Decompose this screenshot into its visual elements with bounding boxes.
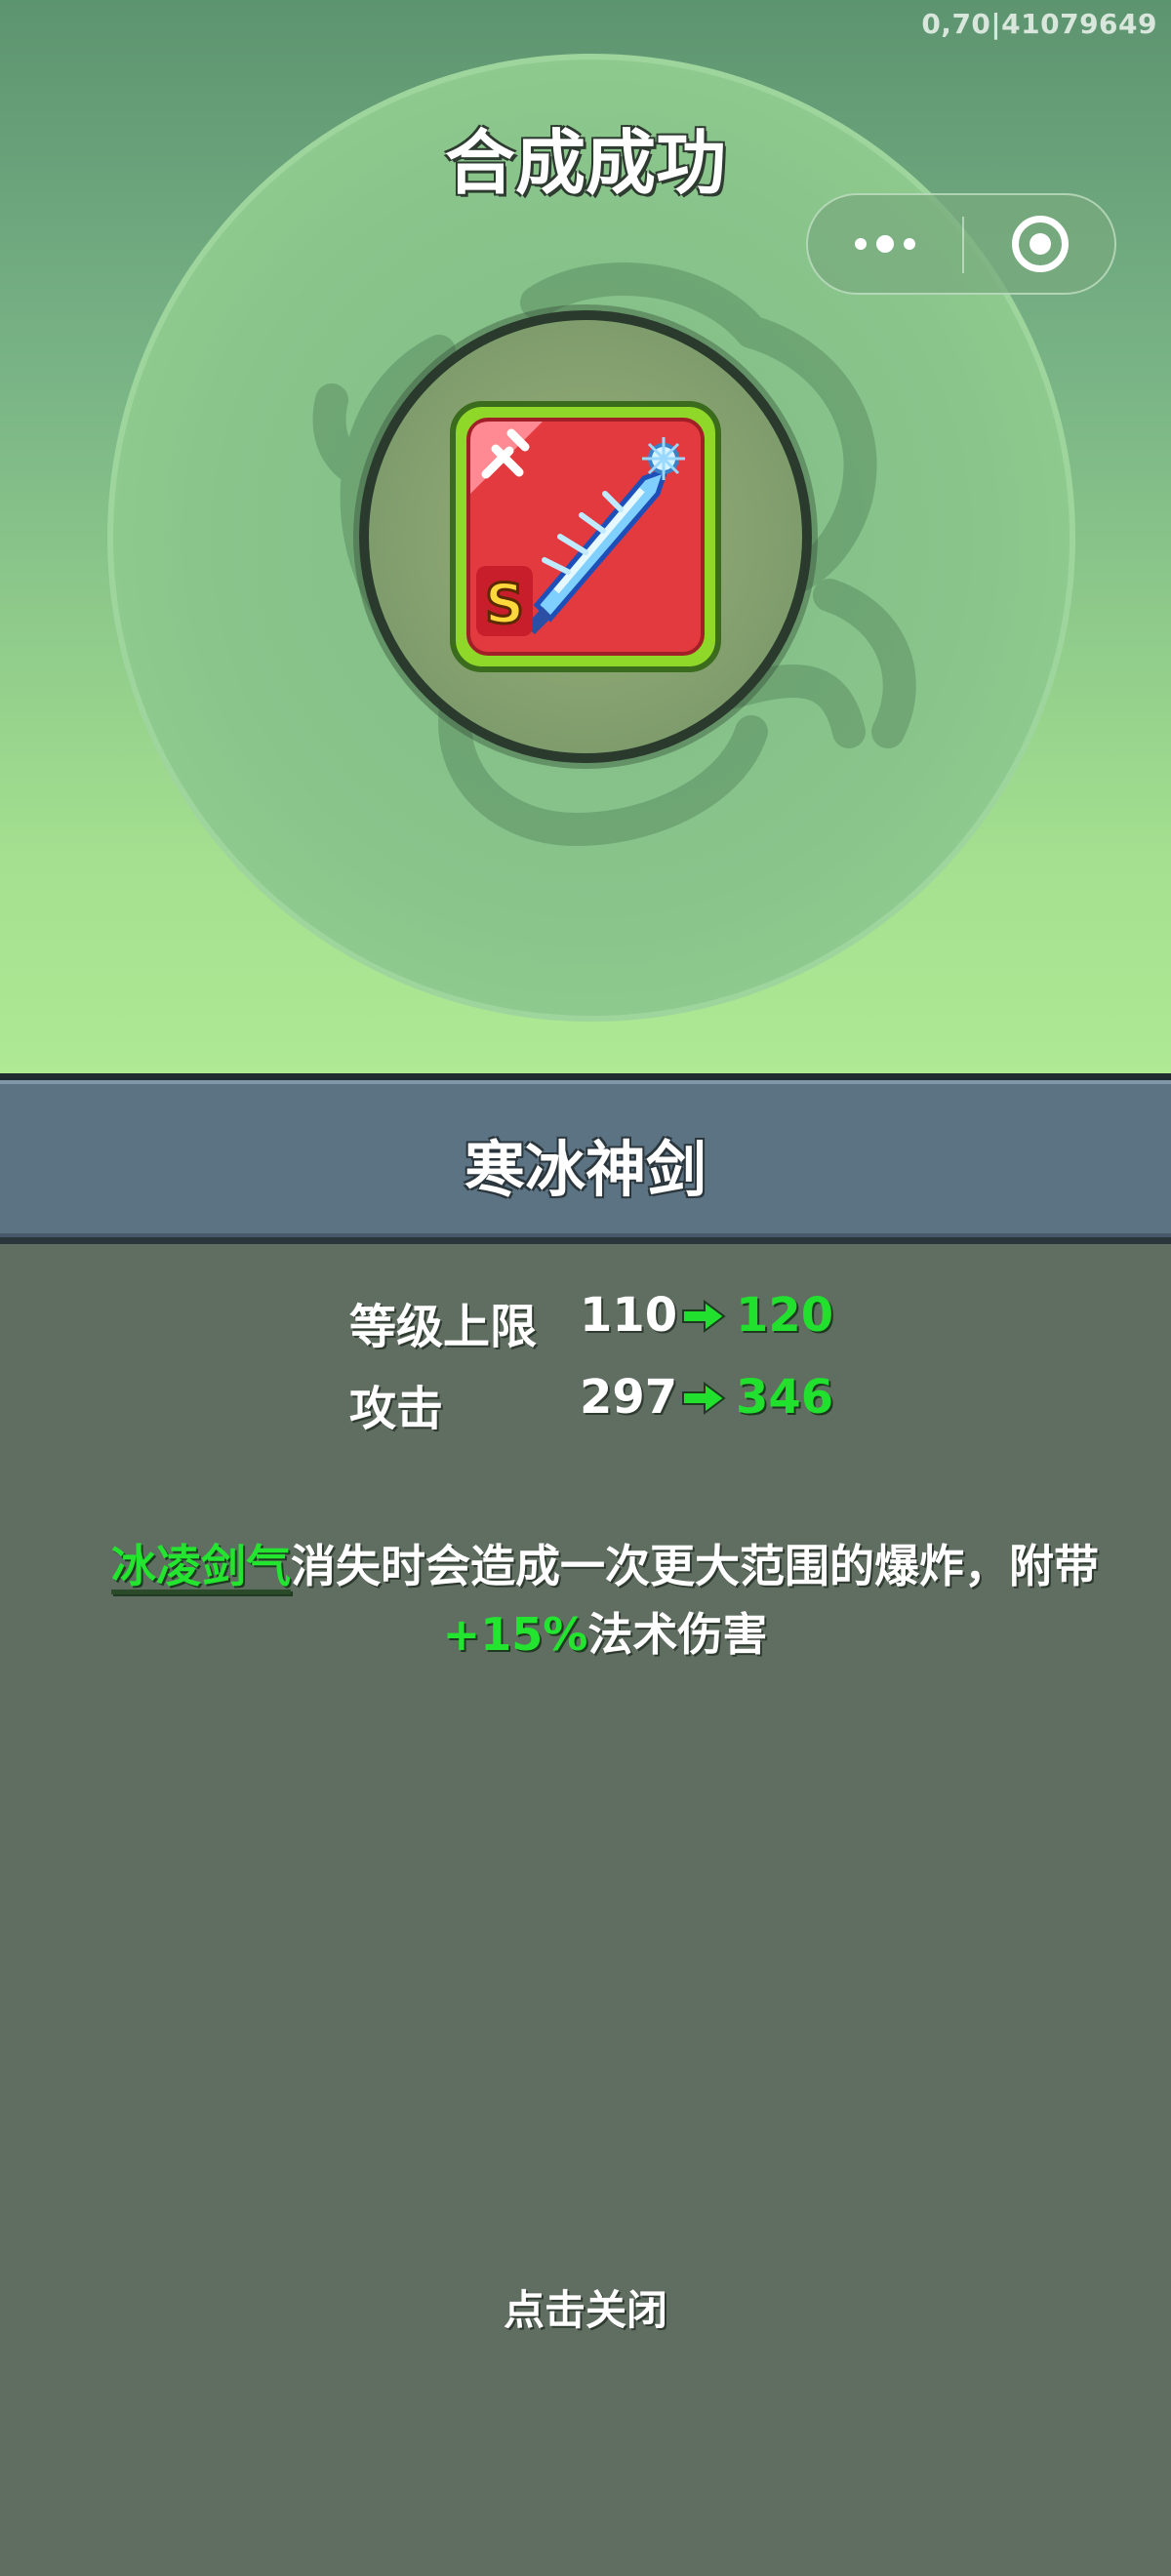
mini-program-capsule xyxy=(806,193,1116,295)
stat-old-value: 110 xyxy=(580,1288,678,1343)
effect-percent: +15% xyxy=(442,1608,588,1661)
stat-new-value: 346 xyxy=(736,1370,834,1425)
stat-new-value: 120 xyxy=(736,1288,834,1343)
grade-letter: S xyxy=(485,573,524,636)
debug-code: 0,70|41079649 xyxy=(921,8,1157,40)
stat-label: 等级上限 xyxy=(349,1300,538,1354)
result-header-area: 0,70|41079649 合成成功 S xyxy=(0,0,1171,1073)
effect-description: 冰凌剑气消失时会造成一次更大范围的爆炸，附带 +15%法术伤害 xyxy=(78,1532,1132,1669)
right-arrow-icon xyxy=(682,1300,726,1333)
ice-sword-item-card[interactable]: S xyxy=(449,400,722,673)
grade-badge: S xyxy=(476,566,533,638)
right-arrow-icon xyxy=(682,1382,726,1415)
item-name: 寒冰神剑 xyxy=(464,1134,707,1205)
effect-keyword-link[interactable]: 冰凌剑气 xyxy=(111,1540,291,1592)
stat-old-value: 297 xyxy=(580,1370,678,1425)
tap-to-close-button[interactable]: 点击关闭 xyxy=(0,2277,1171,2337)
effect-text: 消失时会造成一次更大范围的爆炸，附带 xyxy=(291,1540,1099,1592)
stat-label: 攻击 xyxy=(349,1382,444,1436)
effect-text-tail: 法术伤害 xyxy=(587,1608,768,1661)
more-dots-icon[interactable] xyxy=(808,195,962,293)
target-circle-icon[interactable] xyxy=(964,195,1116,293)
